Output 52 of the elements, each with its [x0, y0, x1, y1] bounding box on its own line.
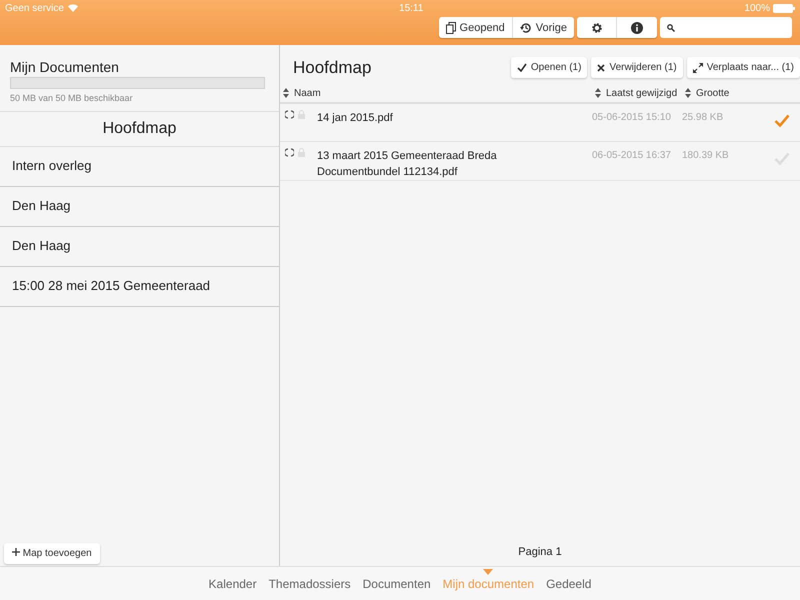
toolbar-button[interactable]: Geopend	[438, 17, 513, 38]
page-indicator: Pagina 1	[517, 545, 563, 560]
action-button[interactable]: Openen (1)	[510, 57, 588, 78]
wifi-icon	[68, 4, 78, 12]
file-name[interactable]: 13 maart 2015 Gemeenteraad Breda Documentbundel 112134.pdf	[317, 148, 527, 180]
action-button[interactable]: Verplaats naar... (1)	[686, 57, 800, 78]
check-icon	[516, 63, 527, 72]
search-icon	[667, 24, 675, 32]
documents-icon	[446, 22, 456, 34]
settings-icon	[590, 22, 602, 34]
history-icon	[520, 22, 532, 34]
sort-icon	[283, 88, 289, 98]
tab[interactable]: Gedeeld	[546, 576, 592, 590]
sort-icon	[595, 88, 601, 98]
sync-icon	[285, 148, 294, 157]
sort-icon	[685, 88, 691, 98]
column-header[interactable]: Naam	[294, 88, 321, 98]
sync-icon	[285, 110, 294, 119]
info-icon	[631, 22, 643, 34]
tab[interactable]: Themadossiers	[268, 576, 351, 590]
clock-text: 15:11	[399, 2, 424, 14]
toolbar-button[interactable]: Vorige	[512, 17, 574, 38]
plus-icon	[12, 548, 20, 556]
file-name[interactable]: 14 jan 2015.pdf	[317, 110, 527, 126]
check-icon[interactable]	[774, 114, 790, 127]
lock-icon	[298, 110, 305, 119]
column-header[interactable]: Grootte	[696, 88, 730, 98]
lock-icon	[298, 148, 305, 157]
search-field[interactable]	[660, 17, 792, 38]
folder-item[interactable]: Den Haag	[0, 227, 279, 267]
folder-title: Hoofdmap	[293, 58, 372, 78]
battery-text: 100%	[744, 2, 770, 14]
indicator-icon	[483, 568, 494, 574]
modified-date: 06-05-2015 16:37	[592, 149, 672, 161]
tab[interactable]: Documenten	[362, 576, 431, 590]
folder-header: Hoofdmap	[0, 112, 279, 147]
tab[interactable]: Kalender	[208, 576, 257, 590]
folder-item[interactable]: 15:00 28 mei 2015 Gemeenteraad	[0, 267, 279, 307]
folder-item[interactable]: Den Haag	[0, 187, 279, 227]
carrier-text: Geen service	[5, 2, 64, 14]
close-icon	[597, 64, 606, 72]
modified-date: 05-06-2015 15:10	[592, 111, 672, 123]
file-size: 25.98 KB	[682, 111, 724, 123]
action-button[interactable]: Verwijderen (1)	[591, 57, 683, 78]
sidebar-title: Mijn Documenten	[10, 59, 120, 75]
battery-icon	[772, 4, 795, 12]
file-size: 180.39 KB	[682, 149, 730, 161]
add-folder-button[interactable]: Map toevoegen	[4, 543, 100, 564]
storage-text: 50 MB van 50 MB beschikbaar	[10, 93, 134, 103]
expand-icon	[692, 62, 703, 72]
folder-item[interactable]: Intern overleg	[0, 147, 279, 187]
column-header[interactable]: Laatst gewijzigd	[606, 88, 678, 98]
